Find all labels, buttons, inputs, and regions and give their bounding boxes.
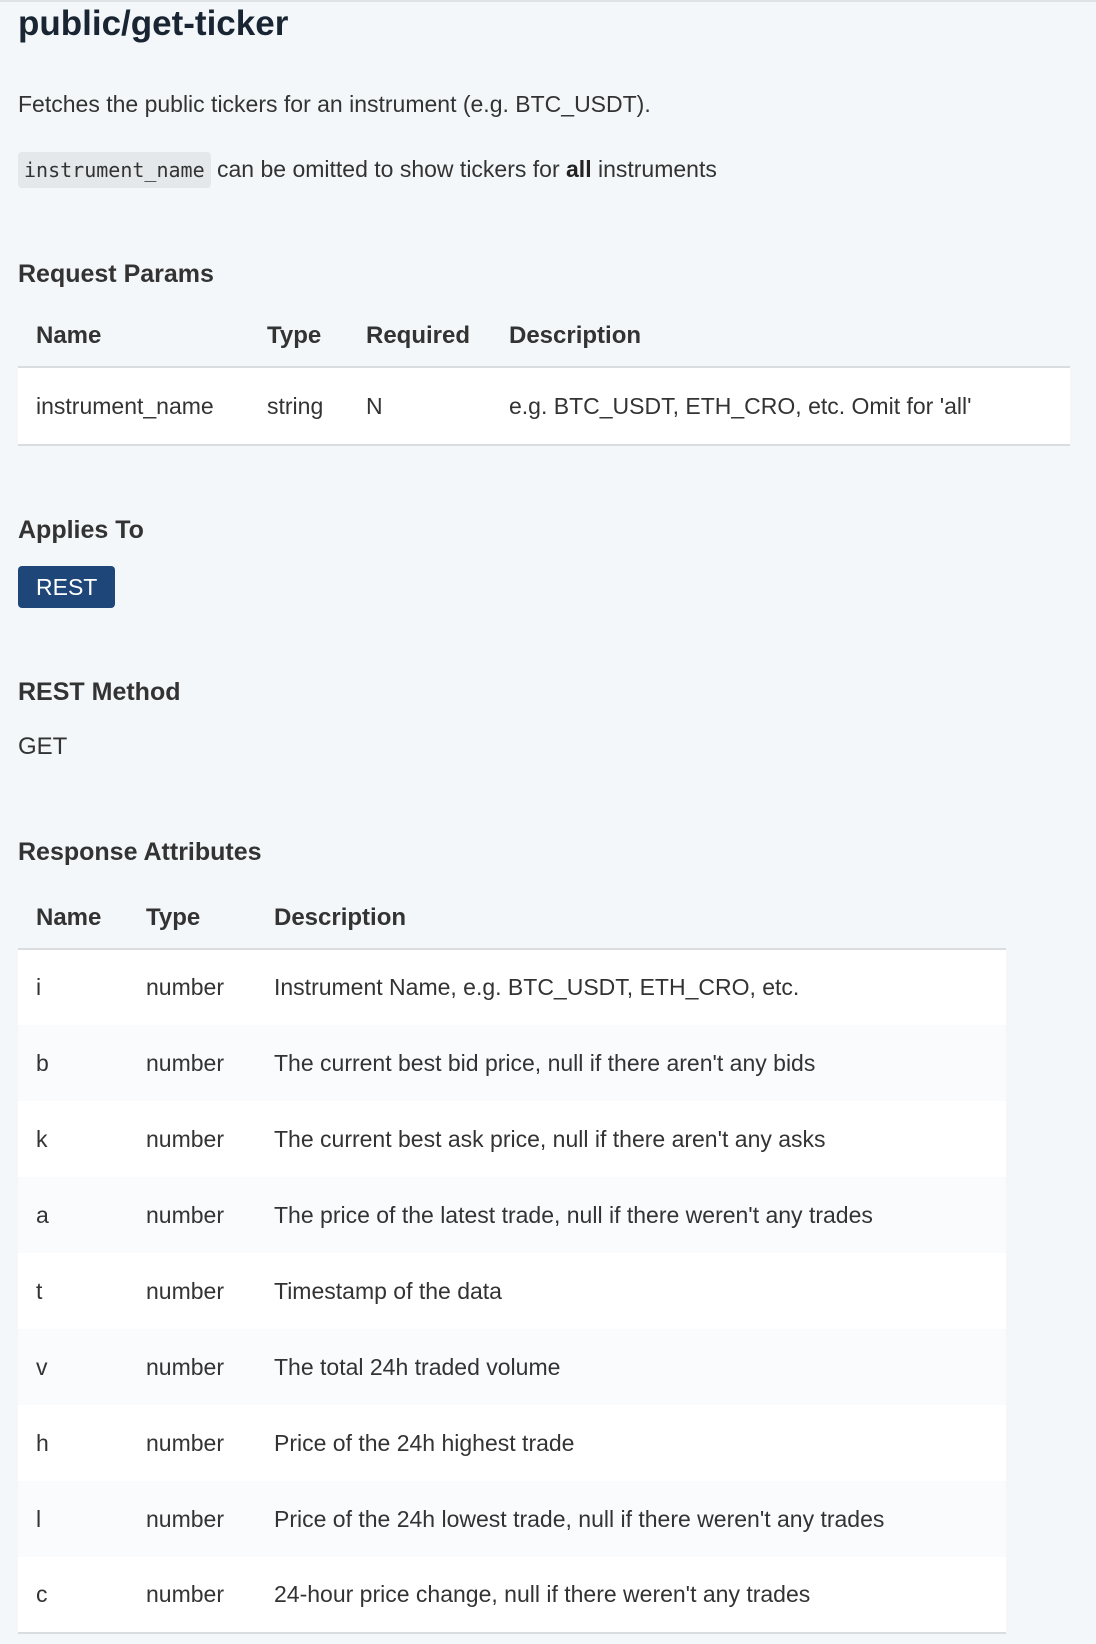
attr-name: b — [36, 1049, 49, 1076]
attr-name: l — [36, 1505, 42, 1532]
table-row: i number Instrument Name, e.g. BTC_USDT,… — [18, 949, 1006, 1025]
attr-description: Price of the 24h highest trade — [274, 1429, 575, 1456]
attr-description: 24-hour price change, null if there were… — [274, 1581, 811, 1607]
attr-name: k — [36, 1125, 48, 1152]
attr-type: number — [146, 1353, 224, 1380]
request-params-heading: Request Params — [18, 260, 214, 288]
attr-type: number — [146, 1277, 224, 1304]
column-header-name: Name — [18, 306, 249, 368]
table-row: h number Price of the 24h highest trade — [18, 1405, 1006, 1481]
attr-description: Price of the 24h lowest trade, null if t… — [274, 1505, 885, 1532]
rest-method-value: GET — [18, 733, 68, 760]
column-header-type: Type — [249, 306, 348, 368]
column-header-description: Description — [491, 306, 1070, 368]
attr-type: number — [146, 1505, 224, 1532]
page-title: public/get-ticker — [18, 4, 289, 43]
attr-type: number — [146, 1581, 224, 1607]
table-row: l number Price of the 24h lowest trade, … — [18, 1481, 1006, 1557]
intro-text: Fetches the public tickers for an instru… — [18, 91, 651, 117]
attr-description: Instrument Name, e.g. BTC_USDT, ETH_CRO,… — [274, 974, 800, 1000]
column-header-required: Required — [348, 306, 491, 368]
table-row: c number 24-hour price change, null if t… — [18, 1557, 1006, 1633]
attr-type: number — [146, 1125, 224, 1152]
attr-name: t — [36, 1277, 43, 1304]
attr-type: number — [146, 1049, 224, 1076]
attr-name: a — [36, 1201, 49, 1228]
response-attributes-table: Name Type Description i number Instrumen… — [18, 888, 1006, 1634]
attr-description: The current best bid price, null if ther… — [274, 1049, 816, 1076]
table-header-row: Name Type Required Description — [18, 306, 1070, 368]
note-text-after: instruments — [591, 156, 717, 182]
table-row: v number The total 24h traded volume — [18, 1329, 1006, 1405]
param-required: N — [366, 392, 383, 419]
param-name: instrument_name — [36, 392, 214, 419]
attr-name: c — [36, 1581, 48, 1607]
rest-badge: REST — [18, 566, 116, 608]
attr-description: The current best ask price, null if ther… — [274, 1125, 826, 1152]
rest-method-heading: REST Method — [18, 678, 181, 706]
attr-name: h — [36, 1429, 49, 1456]
table-row: k number The current best ask price, nul… — [18, 1101, 1006, 1177]
attr-type: number — [146, 1429, 224, 1456]
attr-description: The total 24h traded volume — [274, 1353, 561, 1380]
table-row: b number The current best bid price, nul… — [18, 1025, 1006, 1101]
note-text: instrument_name can be omitted to show t… — [18, 152, 717, 188]
attr-name: v — [36, 1353, 48, 1380]
note-bold-all: all — [566, 156, 592, 182]
attr-type: number — [146, 974, 224, 1000]
request-params-table: Name Type Required Description instrumen… — [18, 306, 1070, 446]
note-text-before: can be omitted to show tickers for — [210, 156, 567, 182]
table-row: instrument_name string N e.g. BTC_USDT, … — [18, 367, 1070, 445]
response-attributes-heading: Response Attributes — [18, 838, 262, 866]
table-row: a number The price of the latest trade, … — [18, 1177, 1006, 1253]
param-type: string — [267, 392, 324, 419]
attr-description: The price of the latest trade, null if t… — [274, 1201, 873, 1228]
inline-code-instrument-name: instrument_name — [18, 152, 211, 188]
attr-name: i — [36, 974, 42, 1000]
attr-description: Timestamp of the data — [274, 1277, 502, 1304]
column-header-type: Type — [128, 888, 256, 950]
column-header-name: Name — [18, 888, 128, 950]
table-header-row: Name Type Description — [18, 888, 1006, 950]
applies-to-heading: Applies To — [18, 516, 144, 544]
column-header-description: Description — [256, 888, 1006, 950]
table-row: t number Timestamp of the data — [18, 1253, 1006, 1329]
param-description: e.g. BTC_USDT, ETH_CRO, etc. Omit for 'a… — [509, 392, 972, 419]
attr-type: number — [146, 1201, 224, 1228]
top-divider — [0, 0, 1096, 2]
